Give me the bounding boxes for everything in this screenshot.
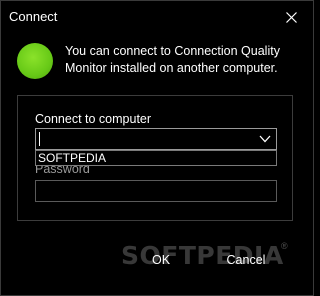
connect-dialog: Connect You can connect to Connection Qu…	[0, 0, 314, 296]
title-bar: Connect	[1, 1, 313, 33]
computer-label: Connect to computer	[35, 112, 152, 126]
window-title: Connect	[9, 9, 58, 24]
ok-button[interactable]: OK	[131, 249, 191, 271]
computer-dropdown-list: SOFTPEDIA	[35, 150, 277, 166]
computer-combobox[interactable]	[35, 128, 277, 150]
dropdown-option[interactable]: SOFTPEDIA	[38, 151, 106, 166]
close-button[interactable]	[269, 1, 313, 33]
cancel-button[interactable]: Cancel	[206, 249, 286, 271]
text-caret	[39, 132, 40, 146]
status-dot	[17, 43, 53, 79]
chevron-down-icon[interactable]	[258, 132, 272, 146]
password-field[interactable]	[35, 180, 277, 202]
info-message: You can connect to Connection Quality Mo…	[65, 44, 280, 75]
close-icon	[285, 11, 297, 23]
